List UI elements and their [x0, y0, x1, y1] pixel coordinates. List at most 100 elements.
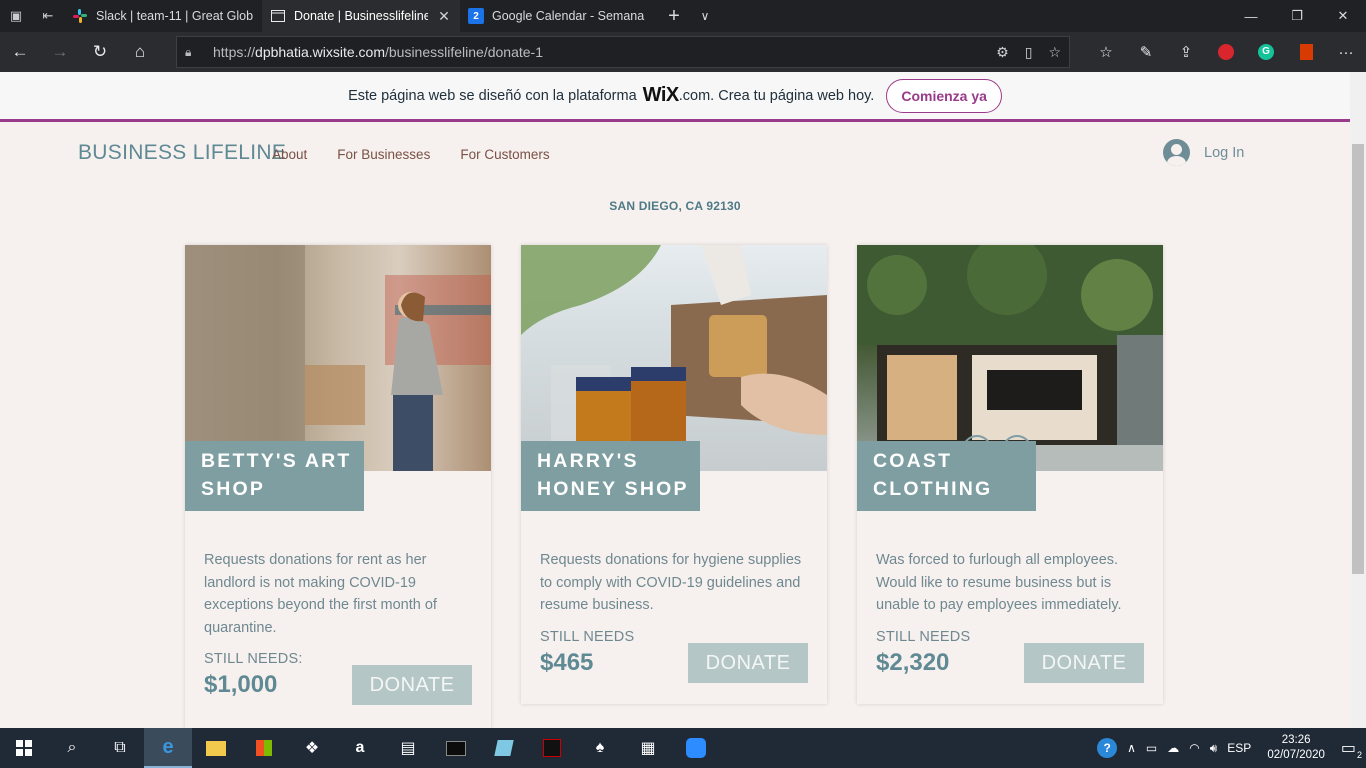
- adblock-icon[interactable]: [1206, 44, 1246, 60]
- notifications-count: 2: [1356, 750, 1362, 760]
- donate-button[interactable]: DONATE: [352, 665, 472, 705]
- donate-button[interactable]: DONATE: [688, 643, 808, 683]
- reading-view-icon[interactable]: ▯: [1025, 44, 1033, 61]
- tab-actions-icon[interactable]: ▣: [0, 0, 32, 32]
- favorite-star-icon[interactable]: ☆: [1048, 44, 1061, 61]
- scrollbar-thumb[interactable]: [1352, 144, 1364, 574]
- pen-icon[interactable]: ✎: [1126, 43, 1166, 61]
- business-description: Was forced to furlough all employees. Wo…: [876, 552, 1122, 613]
- favorites-icon[interactable]: ☆: [1086, 43, 1126, 61]
- business-name-line: SHOP: [201, 478, 266, 500]
- file-explorer-icon[interactable]: [192, 728, 240, 768]
- forward-button[interactable]: →: [40, 32, 80, 72]
- help-icon[interactable]: ?: [1097, 738, 1118, 758]
- game-icon[interactable]: [528, 728, 576, 768]
- windows-start-icon[interactable]: [0, 728, 48, 768]
- battery-icon[interactable]: ▭: [1146, 741, 1157, 755]
- refresh-button[interactable]: ↻: [80, 32, 120, 72]
- tab-title: Google Calendar - Semana: [492, 9, 645, 23]
- tab-title: Donate | Businesslifeline: [294, 9, 428, 23]
- translate-icon[interactable]: ⚙: [996, 44, 1009, 61]
- store-icon[interactable]: [240, 728, 288, 768]
- clock-date: 02/07/2020: [1267, 749, 1325, 761]
- business-name-line: COAST: [873, 450, 953, 472]
- site-logo[interactable]: BUSINESS LIFELINE: [78, 141, 286, 165]
- donate-button[interactable]: DONATE: [1024, 643, 1144, 683]
- terminal-icon[interactable]: [432, 728, 480, 768]
- start-now-button[interactable]: Comienza ya: [886, 78, 1002, 113]
- office-icon[interactable]: [1286, 44, 1326, 60]
- media-app-icon[interactable]: ▦: [624, 728, 672, 768]
- monitor-app-icon[interactable]: ▤: [384, 728, 432, 768]
- cloud-icon[interactable]: ☁: [1167, 741, 1179, 755]
- business-name-line: BETTY'S ART: [201, 450, 352, 472]
- volume-icon[interactable]: 🔊︎: [1210, 741, 1218, 756]
- clothing-store-photo: [857, 245, 1163, 471]
- tab-donate[interactable]: Donate | Businesslifeline ✕: [262, 0, 460, 32]
- wix-logo[interactable]: WiX: [643, 84, 680, 107]
- amazon-icon[interactable]: a: [336, 728, 384, 768]
- login-link[interactable]: Log In: [1163, 139, 1244, 166]
- close-window-icon[interactable]: ✕: [1320, 0, 1366, 32]
- browser-nav-bar: ← → ↻ ⌂ 🔒︎ https://dpbhatia.wixsite.com /…: [0, 32, 1366, 72]
- site-content: BUSINESS LIFELINE About For Businesses F…: [0, 125, 1350, 728]
- new-tab-button[interactable]: +: [658, 0, 690, 32]
- edge-browser-icon[interactable]: e: [144, 728, 192, 768]
- page-icon: [270, 8, 286, 24]
- notes-app-icon[interactable]: [480, 728, 528, 768]
- windows-taskbar: ⌕ ⧉ e ❖ a ▤ ♠ ▦ ? ∧ ▭ ☁ ◠ 🔊︎ ESP 23:26 0…: [0, 728, 1366, 768]
- menu-item-about[interactable]: About: [272, 147, 307, 162]
- clock[interactable]: 23:26 02/07/2020: [1261, 733, 1331, 763]
- wix-banner-suffix: .com. Crea tu página web hoy.: [678, 87, 875, 104]
- business-card: HARRY'S HONEY SHOP Requests donations fo…: [521, 245, 827, 704]
- slack-icon: [72, 8, 88, 24]
- business-card: BETTY'S ART SHOP Requests donations for …: [185, 245, 491, 728]
- art-shop-photo: [185, 245, 491, 471]
- task-view-icon[interactable]: ⧉: [96, 728, 144, 768]
- url-prefix: https://: [213, 44, 256, 60]
- address-bar[interactable]: 🔒︎ https://dpbhatia.wixsite.com/business…: [176, 36, 1070, 68]
- restore-icon[interactable]: ❐: [1274, 0, 1320, 32]
- language-indicator[interactable]: ESP: [1227, 741, 1251, 755]
- business-description: Requests donations for hygiene supplies …: [540, 552, 802, 613]
- notifications-icon[interactable]: ▭ 2: [1341, 738, 1362, 760]
- user-avatar-icon: [1163, 139, 1190, 166]
- back-button[interactable]: ←: [0, 32, 40, 72]
- url-path: /businesslifeline/donate-1: [384, 44, 543, 60]
- business-name: BETTY'S ART SHOP: [185, 441, 364, 511]
- menu-item-for-businesses[interactable]: For Businesses: [337, 147, 430, 162]
- calendar-icon: 2: [468, 8, 484, 24]
- lock-icon[interactable]: 🔒︎: [185, 45, 203, 60]
- minimize-icon[interactable]: —: [1228, 0, 1274, 32]
- business-name-line: HONEY SHOP: [537, 478, 689, 500]
- wix-banner-text: Este página web se diseñó con la platafo…: [348, 87, 637, 104]
- zoom-icon[interactable]: [672, 728, 720, 768]
- business-card: COAST CLOTHING Was forced to furlough al…: [857, 245, 1163, 704]
- wix-banner: Este página web se diseñó con la platafo…: [0, 72, 1350, 122]
- tab-google-calendar[interactable]: 2 Google Calendar - Semana: [460, 0, 658, 32]
- chevron-up-icon[interactable]: ∧: [1127, 741, 1136, 755]
- share-icon[interactable]: ⇪: [1166, 43, 1206, 61]
- login-label: Log In: [1204, 144, 1245, 161]
- page-scrollbar[interactable]: [1350, 72, 1366, 728]
- browser-tab-bar: ▣ ⇤ Slack | team-11 | Great Glob Donate …: [0, 0, 1366, 32]
- honey-shop-photo: [521, 245, 827, 471]
- grammarly-icon[interactable]: G: [1246, 44, 1286, 60]
- menu-item-for-customers[interactable]: For Customers: [460, 147, 549, 162]
- tab-title: Slack | team-11 | Great Glob: [96, 9, 254, 23]
- solitaire-icon[interactable]: ♠: [576, 728, 624, 768]
- location-label: SAN DIEGO, CA 92130: [609, 199, 741, 213]
- home-button[interactable]: ⌂: [120, 32, 160, 72]
- search-icon[interactable]: ⌕: [48, 728, 96, 768]
- business-description: Requests donations for rent as her landl…: [204, 552, 437, 636]
- tab-list-chevron-icon[interactable]: ∨: [690, 0, 720, 32]
- close-tab-icon[interactable]: ✕: [436, 8, 452, 25]
- clock-time: 23:26: [1281, 734, 1311, 746]
- settings-more-icon[interactable]: ···: [1326, 44, 1366, 61]
- set-aside-tabs-icon[interactable]: ⇤: [32, 0, 64, 32]
- system-tray: ? ∧ ▭ ☁ ◠ 🔊︎ ESP 23:26 02/07/2020 ▭ 2: [1097, 728, 1366, 768]
- dropbox-icon[interactable]: ❖: [288, 728, 336, 768]
- wifi-icon[interactable]: ◠: [1189, 741, 1199, 755]
- tab-slack[interactable]: Slack | team-11 | Great Glob: [64, 0, 262, 32]
- business-name: COAST CLOTHING: [857, 441, 1036, 511]
